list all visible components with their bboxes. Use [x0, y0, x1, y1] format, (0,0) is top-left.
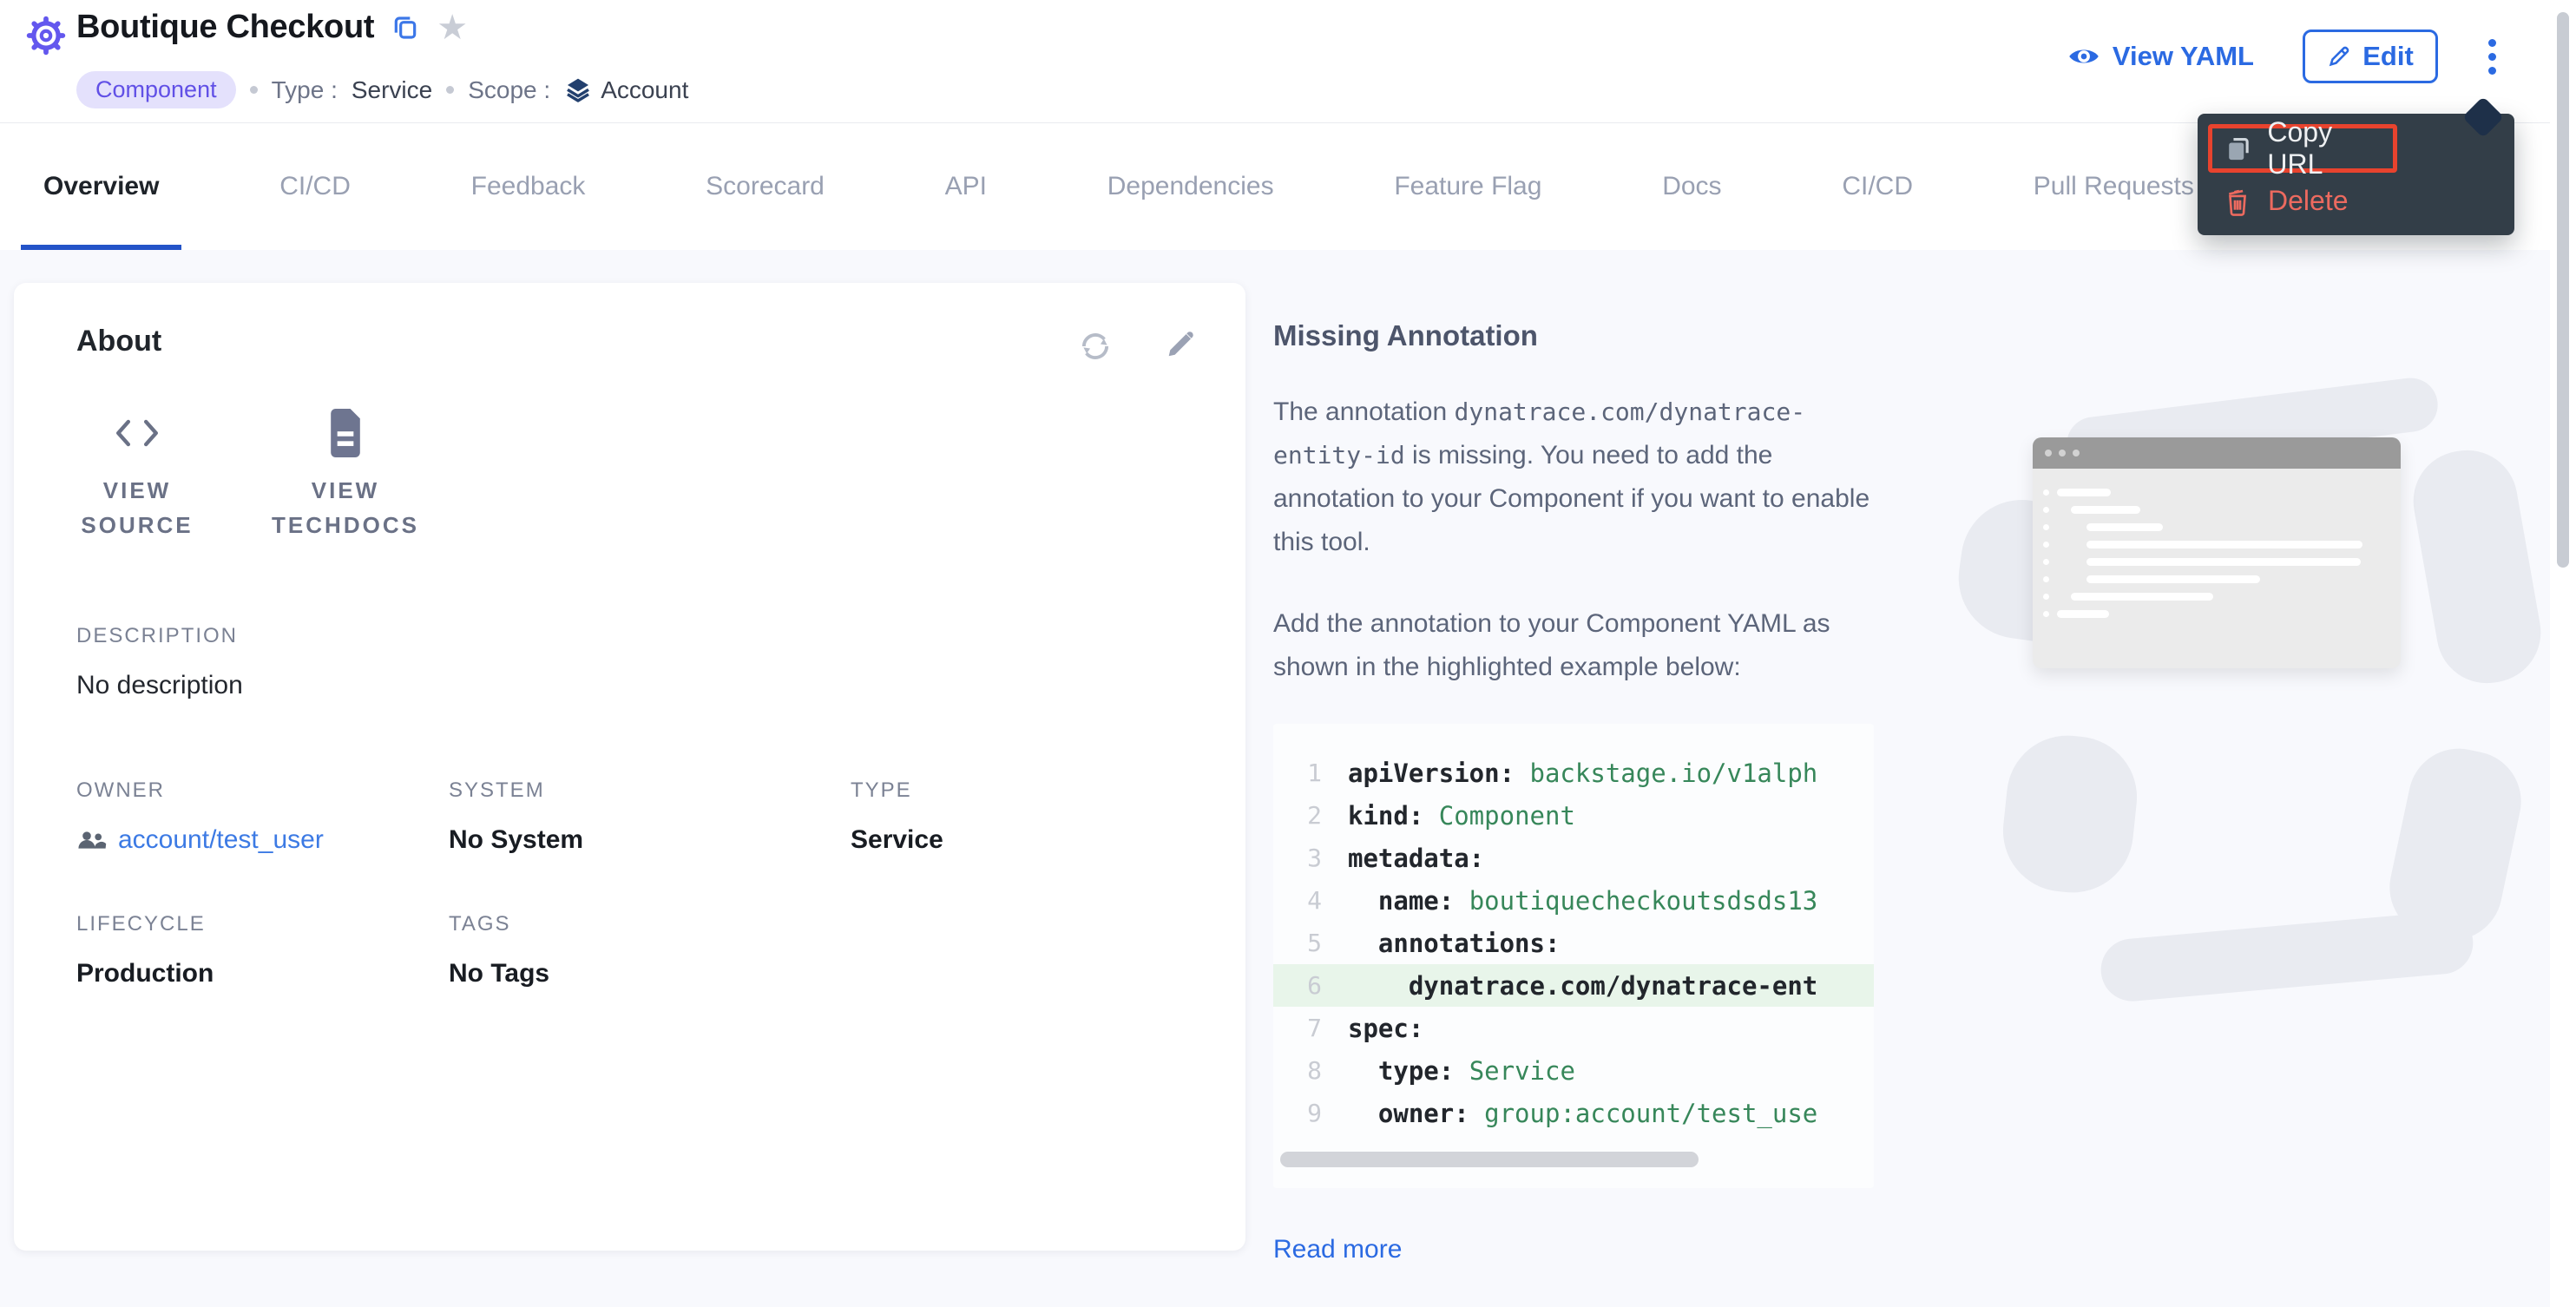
tab-feedback[interactable]: Feedback — [449, 123, 608, 250]
entity-meta-row: Component Type : Service Scope : Account — [76, 71, 688, 108]
favorite-star-icon[interactable]: ★ — [437, 10, 468, 45]
tab-feature-flag[interactable]: Feature Flag — [1371, 123, 1564, 250]
scope-value-wrap: Account — [564, 76, 688, 104]
code-line: 7spec: — [1273, 1007, 1874, 1049]
code-line: 2kind: Component — [1273, 794, 1874, 837]
annotation-paragraph-2: Add the annotation to your Component YAM… — [1273, 602, 1889, 689]
page-title: Boutique Checkout — [76, 9, 374, 46]
view-source-link[interactable]: VIEW SOURCE — [76, 409, 198, 542]
lifecycle-field: LIFECYCLE Production — [76, 912, 449, 988]
menu-item-delete[interactable]: Delete — [2208, 185, 2504, 217]
copy-url-label: Copy URL — [2267, 116, 2393, 181]
refresh-icon[interactable] — [1077, 328, 1114, 369]
code-line: 8 type: Service — [1273, 1049, 1874, 1092]
tags-value: No Tags — [449, 959, 851, 988]
yaml-code-block: 1apiVersion: backstage.io/v1alph 2kind: … — [1273, 724, 1874, 1188]
scope-value: Account — [601, 76, 688, 104]
view-yaml-button[interactable]: View YAML — [2067, 41, 2254, 72]
type-label: TYPE — [851, 778, 1197, 803]
copy-icon — [2224, 134, 2251, 163]
lifecycle-value: Production — [76, 959, 449, 988]
view-yaml-label: View YAML — [2113, 41, 2254, 72]
owner-label: OWNER — [76, 778, 449, 803]
people-icon — [76, 829, 108, 851]
code-line: 3metadata: — [1273, 837, 1874, 879]
code-icon — [112, 409, 162, 457]
tags-label: TAGS — [449, 912, 851, 936]
system-label: SYSTEM — [449, 778, 851, 803]
about-card: About — [14, 283, 1245, 1251]
code-line-highlighted: 6 dynatrace.com/dynatrace-ent — [1273, 964, 1874, 1007]
pencil-icon — [2327, 44, 2351, 69]
tab-scorecard[interactable]: Scorecard — [683, 123, 847, 250]
code-line: 4 name: boutiquecheckoutsdsds13 — [1273, 879, 1874, 922]
description-label: DESCRIPTION — [76, 624, 1197, 648]
dot-separator — [250, 86, 258, 94]
lifecycle-label: LIFECYCLE — [76, 912, 449, 936]
description-field: DESCRIPTION No description — [76, 624, 1197, 700]
tab-cicd-2[interactable]: CI/CD — [1819, 123, 1935, 250]
kind-badge: Component — [76, 71, 236, 108]
page-scrollbar-thumb[interactable] — [2557, 12, 2569, 568]
tab-bar: Overview CI/CD Feedback Scorecard API De… — [21, 123, 2217, 250]
tab-overview[interactable]: Overview — [21, 123, 181, 250]
copy-name-icon[interactable] — [391, 13, 419, 45]
window-illustration — [2033, 437, 2401, 668]
about-heading: About — [76, 325, 161, 358]
page-header: Boutique Checkout ★ Component Type : Ser… — [0, 0, 2576, 123]
code-line: 1apiVersion: backstage.io/v1alph — [1273, 752, 1874, 794]
page-scrollbar-track — [2550, 0, 2576, 1307]
code-line: 9 owner: group:account/test_use — [1273, 1092, 1874, 1134]
missing-annotation-illustration — [1970, 397, 2534, 988]
code-line: 5 annotations: — [1273, 922, 1874, 964]
edit-label: Edit — [2362, 41, 2414, 72]
type-label: Type : — [272, 76, 338, 104]
tags-field: TAGS No Tags — [449, 912, 851, 988]
more-options-kebab-icon[interactable] — [2483, 34, 2501, 80]
annotation-paragraph-1: The annotation dynatrace.com/dynatrace-e… — [1273, 391, 1889, 564]
dot-separator — [446, 86, 454, 94]
owner-value: account/test_user — [118, 825, 324, 855]
eye-icon — [2067, 44, 2100, 69]
owner-link[interactable]: account/test_user — [76, 825, 449, 855]
delete-label: Delete — [2268, 185, 2349, 217]
missing-annotation-panel: Missing Annotation The annotation dynatr… — [1273, 319, 1889, 1264]
header-actions: View YAML Edit — [2067, 30, 2501, 83]
tab-dependencies[interactable]: Dependencies — [1085, 123, 1297, 250]
type-field: TYPE Service — [851, 778, 1197, 855]
missing-annotation-heading: Missing Annotation — [1273, 319, 1889, 352]
tab-api[interactable]: API — [923, 123, 1009, 250]
component-page: Boutique Checkout ★ Component Type : Ser… — [0, 0, 2576, 1307]
view-techdocs-link[interactable]: VIEW TECHDOCS — [259, 409, 432, 542]
document-icon — [325, 409, 365, 457]
system-value: No System — [449, 825, 851, 855]
view-techdocs-label: VIEW TECHDOCS — [259, 473, 432, 542]
description-value: No description — [76, 671, 1197, 700]
about-quick-links: VIEW SOURCE VIEW TECHDOCS — [76, 409, 1197, 542]
tab-pull-requests[interactable]: Pull Requests — [2011, 123, 2217, 250]
type-value: Service — [352, 76, 432, 104]
edit-button[interactable]: Edit — [2303, 30, 2438, 83]
about-fields-grid: OWNER account/test_user SYSTEM No Sy — [76, 778, 1197, 988]
code-horizontal-scrollbar[interactable] — [1280, 1152, 1699, 1167]
system-field: SYSTEM No System — [449, 778, 851, 855]
content-area: About — [0, 250, 2550, 1307]
trash-icon — [2224, 187, 2251, 216]
menu-item-copy-url[interactable]: Copy URL — [2208, 124, 2397, 173]
type-value: Service — [851, 825, 1197, 855]
component-gear-icon — [26, 16, 66, 60]
title-row: Boutique Checkout ★ — [76, 9, 468, 46]
edit-about-pencil-icon[interactable] — [1164, 328, 1197, 369]
view-source-label: VIEW SOURCE — [76, 473, 198, 542]
read-more-link[interactable]: Read more — [1273, 1235, 1402, 1264]
layers-icon — [564, 76, 592, 104]
tab-cicd[interactable]: CI/CD — [257, 123, 373, 250]
scope-label: Scope : — [468, 76, 550, 104]
options-menu-popover: Copy URL Delete — [2198, 114, 2514, 235]
owner-field: OWNER account/test_user — [76, 778, 449, 855]
tab-docs[interactable]: Docs — [1640, 123, 1744, 250]
